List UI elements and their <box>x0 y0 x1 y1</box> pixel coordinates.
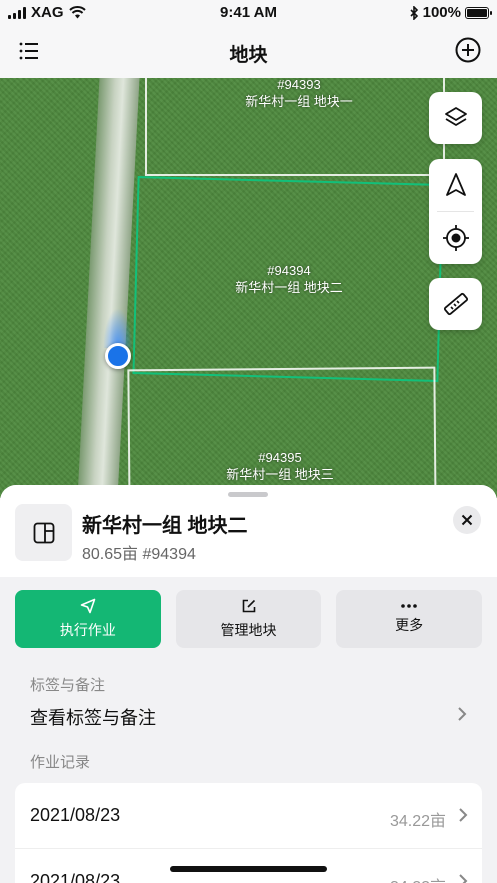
sheet-grabber[interactable] <box>228 492 268 497</box>
records-section-label: 作业记录 <box>30 754 91 771</box>
locate-button[interactable] <box>429 212 482 264</box>
battery-icon <box>465 6 492 19</box>
plot-panel-icon <box>33 522 54 543</box>
plot-label-2: #94394 新华村一组 地块二 <box>235 263 343 295</box>
home-indicator <box>170 866 327 872</box>
current-location-dot <box>105 343 131 369</box>
heading-beam <box>103 308 133 348</box>
measure-button[interactable] <box>429 278 482 330</box>
record-date: 2021/08/23 <box>30 871 121 883</box>
map-view[interactable]: #94393 新华村一组 地块一 #94394 新华村一组 地块二 #94395 新华… <box>0 78 497 498</box>
edit-icon <box>242 599 255 613</box>
action-row: 执行作业 管理地块 更多 <box>15 590 483 648</box>
close-icon <box>461 514 473 526</box>
more-dots-icon <box>401 604 417 608</box>
tags-section-label: 标签与备注 <box>30 677 106 694</box>
execute-task-label: 执行作业 <box>59 622 116 638</box>
page-title: 地块 <box>229 45 268 66</box>
view-tags-row[interactable]: 查看标签与备注 <box>30 704 467 730</box>
layers-icon <box>444 107 467 126</box>
record-row[interactable]: 2021/08/23 34.22亩 <box>15 783 482 849</box>
layers-button[interactable] <box>429 92 482 144</box>
battery-percent: 100% <box>422 4 461 21</box>
view-tags-label: 查看标签与备注 <box>30 708 156 728</box>
record-area: 34.22亩 <box>390 873 446 883</box>
manage-plot-label: 管理地块 <box>220 622 277 638</box>
record-date: 2021/08/23 <box>30 805 121 825</box>
add-plot-icon[interactable] <box>455 37 481 63</box>
plot-label-1: #94393 新华村一组 地块一 <box>245 78 353 109</box>
bluetooth-icon <box>410 5 418 20</box>
status-bar: XAG 9:41 AM 100% <box>0 0 497 26</box>
manage-plot-button[interactable]: 管理地块 <box>175 590 322 648</box>
nav-bar: 地块 <box>0 26 497 78</box>
execute-task-button[interactable]: 执行作业 <box>15 590 161 648</box>
record-area: 34.22亩 <box>389 813 446 830</box>
plot-name: 新华村一组 地块二 <box>82 515 248 537</box>
more-label: 更多 <box>395 617 424 633</box>
navigate-button[interactable] <box>429 159 482 211</box>
chevron-right-icon <box>459 808 468 822</box>
chevron-right-icon <box>458 707 467 721</box>
plot-detail-sheet: 新华村一组 地块二 80.65亩 #94394 执行作业 管理地块 更多 标签与… <box>0 485 497 883</box>
send-icon <box>80 598 96 614</box>
close-sheet-button[interactable] <box>453 506 481 534</box>
plot-thumbnail <box>15 504 72 561</box>
chevron-right-icon <box>459 874 468 883</box>
more-button[interactable]: 更多 <box>336 590 483 648</box>
ruler-icon <box>443 292 468 316</box>
navigation-arrow-icon <box>445 173 466 196</box>
plot-meta: 80.65亩 #94394 <box>82 546 196 563</box>
plot-label-3: #94395 新华村一组 地块三 <box>226 450 334 482</box>
locate-target-icon <box>442 225 469 251</box>
sheet-header: 新华村一组 地块二 80.65亩 #94394 <box>0 485 497 577</box>
navigation-controls <box>429 159 482 264</box>
